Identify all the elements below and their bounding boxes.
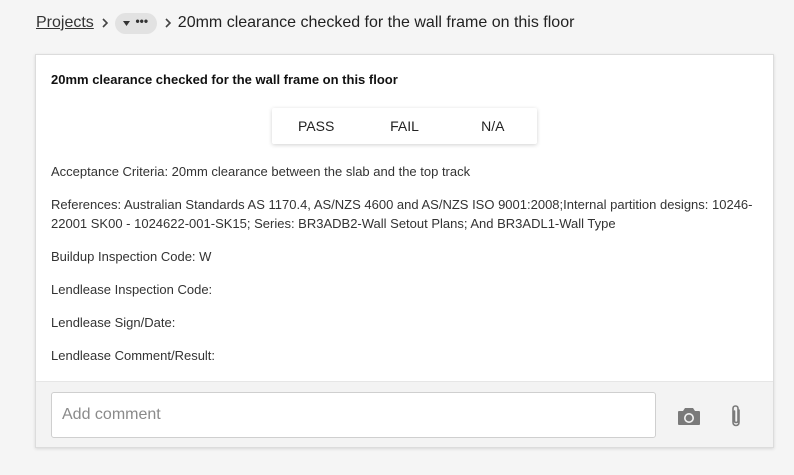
pass-button[interactable]: PASS bbox=[272, 108, 360, 144]
acceptance-criteria-text: Acceptance Criteria: 20mm clearance betw… bbox=[51, 164, 471, 179]
inspection-item-title: 20mm clearance checked for the wall fram… bbox=[51, 72, 398, 87]
fail-button[interactable]: FAIL bbox=[360, 108, 448, 144]
lendlease-inspection-code: Lendlease Inspection Code: bbox=[51, 282, 213, 297]
lendlease-sign-date: Lendlease Sign/Date: bbox=[51, 315, 176, 330]
comment-input[interactable] bbox=[51, 392, 656, 438]
breadcrumb-more-button[interactable]: ••• bbox=[114, 12, 157, 34]
result-selector: PASS FAIL N/A bbox=[272, 108, 537, 144]
references-text: References: Australian Standards AS 1170… bbox=[51, 197, 753, 231]
ellipsis-icon: ••• bbox=[135, 14, 149, 28]
na-button[interactable]: N/A bbox=[449, 108, 537, 144]
chevron-right-icon bbox=[164, 18, 172, 28]
breadcrumb-current: 20mm clearance checked for the wall fram… bbox=[177, 14, 575, 31]
inspection-item-card: 20mm clearance checked for the wall fram… bbox=[35, 54, 774, 448]
comment-bar bbox=[36, 381, 773, 447]
breadcrumb: Projects ••• 20mm clearance checked for … bbox=[36, 12, 574, 34]
paperclip-icon[interactable] bbox=[722, 402, 750, 430]
buildup-inspection-code: Buildup Inspection Code: W bbox=[51, 249, 212, 264]
camera-icon[interactable] bbox=[675, 402, 703, 430]
caret-down-icon bbox=[123, 20, 131, 26]
chevron-right-icon bbox=[101, 18, 109, 28]
lendlease-comment-result: Lendlease Comment/Result: bbox=[51, 348, 216, 363]
breadcrumb-projects-link[interactable]: Projects bbox=[36, 14, 94, 32]
